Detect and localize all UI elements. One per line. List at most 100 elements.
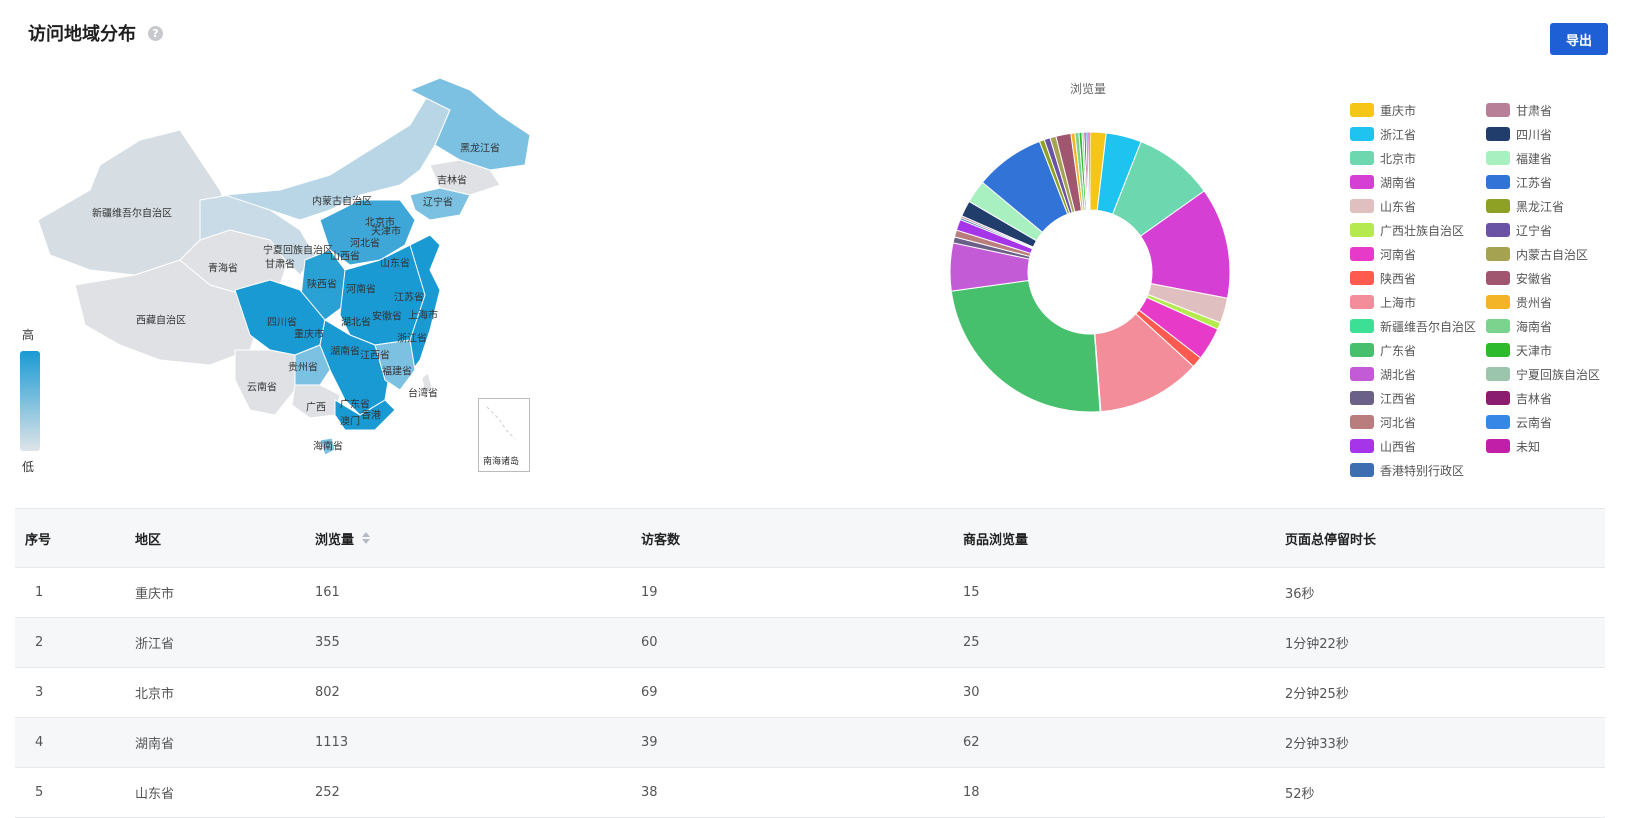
legend-item[interactable]: 新疆维吾尔自治区 [1350,316,1486,336]
legend-label: 上海市 [1380,295,1417,310]
legend-label: 重庆市 [1380,103,1417,118]
pie-slice[interactable] [950,279,1101,413]
legend-item[interactable]: 山东省 [1350,196,1486,216]
south-sea-label: 南海诸岛 [483,457,520,467]
cell-duration: 52秒 [1285,787,1315,802]
legend-item[interactable]: 海南省 [1486,316,1616,336]
legend-label: 甘肃省 [1516,103,1553,118]
legend-item[interactable]: 黑龙江省 [1486,196,1616,216]
south-sea-inset: 南海诸岛 [478,398,530,472]
legend-item[interactable]: 湖北省 [1350,364,1486,384]
map-label: 甘肃省 [265,259,295,271]
legend-item[interactable]: 重庆市 [1350,100,1486,120]
cell-duration: 36秒 [1285,587,1315,602]
map-label: 福建省 [382,366,412,378]
legend-label: 福建省 [1516,151,1553,166]
legend-item[interactable]: 陕西省 [1350,268,1486,288]
map-label: 西藏自治区 [136,315,186,327]
legend-swatch [1486,175,1510,189]
map-label: 内蒙古自治区 [312,196,372,208]
map-label: 海南省 [313,441,343,453]
legend-swatch [1350,415,1374,429]
legend-swatch [1350,103,1374,117]
legend-item[interactable]: 上海市 [1350,292,1486,312]
legend-item[interactable]: 未知 [1486,436,1616,456]
legend-item[interactable]: 天津市 [1486,340,1616,360]
map-label: 四川省 [267,317,297,329]
legend-swatch [1350,319,1374,333]
map-label: 湖北省 [341,317,371,329]
legend-item[interactable]: 广西壮族自治区 [1350,220,1486,240]
legend-swatch [1486,391,1510,405]
legend-label: 山西省 [1380,439,1417,454]
legend-item[interactable]: 山西省 [1350,436,1486,456]
legend-item[interactable]: 贵州省 [1486,292,1616,312]
legend-item[interactable]: 河南省 [1350,244,1486,264]
cell-views: 161 [315,585,340,600]
legend-item[interactable]: 辽宁省 [1486,220,1616,240]
legend-item[interactable]: 宁夏回族自治区 [1486,364,1616,384]
legend-item[interactable]: 甘肃省 [1486,100,1616,120]
legend-item[interactable]: 河北省 [1350,412,1486,432]
cell-duration: 2分钟25秒 [1285,687,1349,702]
pie-title: 浏览量 [1069,82,1107,96]
legend-swatch [1350,343,1374,357]
map-label: 湖南省 [330,346,360,358]
cell-visitors: 69 [641,685,658,700]
legend-swatch [1486,247,1510,261]
legend-label: 山东省 [1380,199,1417,214]
legend-item[interactable]: 福建省 [1486,148,1616,168]
legend-item[interactable]: 四川省 [1486,124,1616,144]
cell-views: 252 [315,785,340,800]
table-row: 3 北京市 802 69 30 2分钟25秒 [15,668,1605,718]
map-label: 上海市 [408,310,438,322]
legend-label: 云南省 [1516,415,1553,430]
export-button[interactable]: 导出 [1550,23,1608,55]
legend-item[interactable]: 广东省 [1350,340,1486,360]
scale-low-label: 低 [22,460,35,474]
cell-visitors: 38 [641,785,658,800]
legend-item[interactable]: 浙江省 [1350,124,1486,144]
map-label: 青海省 [208,263,238,275]
cell-region: 浙江省 [135,637,175,652]
map-label: 辽宁省 [423,197,453,209]
cell-index: 4 [35,735,44,750]
help-icon[interactable]: ? [148,25,163,41]
legend-label: 未知 [1516,439,1541,454]
legend-item[interactable]: 内蒙古自治区 [1486,244,1616,264]
page-title: 访问地域分布 [28,24,136,45]
legend-item[interactable]: 吉林省 [1486,388,1616,408]
legend-swatch [1350,439,1374,453]
legend-swatch [1350,127,1374,141]
cell-visitors: 39 [641,735,658,750]
map-label: 黑龙江省 [460,143,500,155]
map-label: 澳门 [340,416,360,428]
legend-label: 宁夏回族自治区 [1516,367,1601,382]
map-label: 宁夏回族自治区 [263,245,333,257]
col-header-views[interactable]: 浏览量 [315,529,641,548]
cell-visitors: 60 [641,635,658,650]
legend-label: 香港特别行政区 [1380,463,1465,478]
legend-item[interactable]: 江西省 [1350,388,1486,408]
legend-item[interactable]: 云南省 [1486,412,1616,432]
legend-label: 海南省 [1516,319,1553,334]
cell-product-views: 18 [963,785,980,800]
legend-item[interactable]: 安徽省 [1486,268,1616,288]
cell-views: 802 [315,685,340,700]
legend-item[interactable]: 香港特别行政区 [1350,460,1486,480]
legend-swatch [1350,247,1374,261]
map-label: 江西省 [360,350,390,362]
legend-swatch [1350,199,1374,213]
legend-swatch [1486,127,1510,141]
legend-swatch [1350,367,1374,381]
legend-swatch [1486,199,1510,213]
sort-icon[interactable] [362,532,371,544]
scale-bar[interactable] [20,351,40,451]
legend-item[interactable]: 江苏省 [1486,172,1616,192]
legend-label: 陕西省 [1380,271,1417,286]
cell-index: 5 [35,785,44,800]
legend-item[interactable] [1486,460,1616,480]
legend-item[interactable]: 湖南省 [1350,172,1486,192]
legend-item[interactable]: 北京市 [1350,148,1486,168]
table-row: 5 山东省 252 38 18 52秒 [15,768,1605,818]
